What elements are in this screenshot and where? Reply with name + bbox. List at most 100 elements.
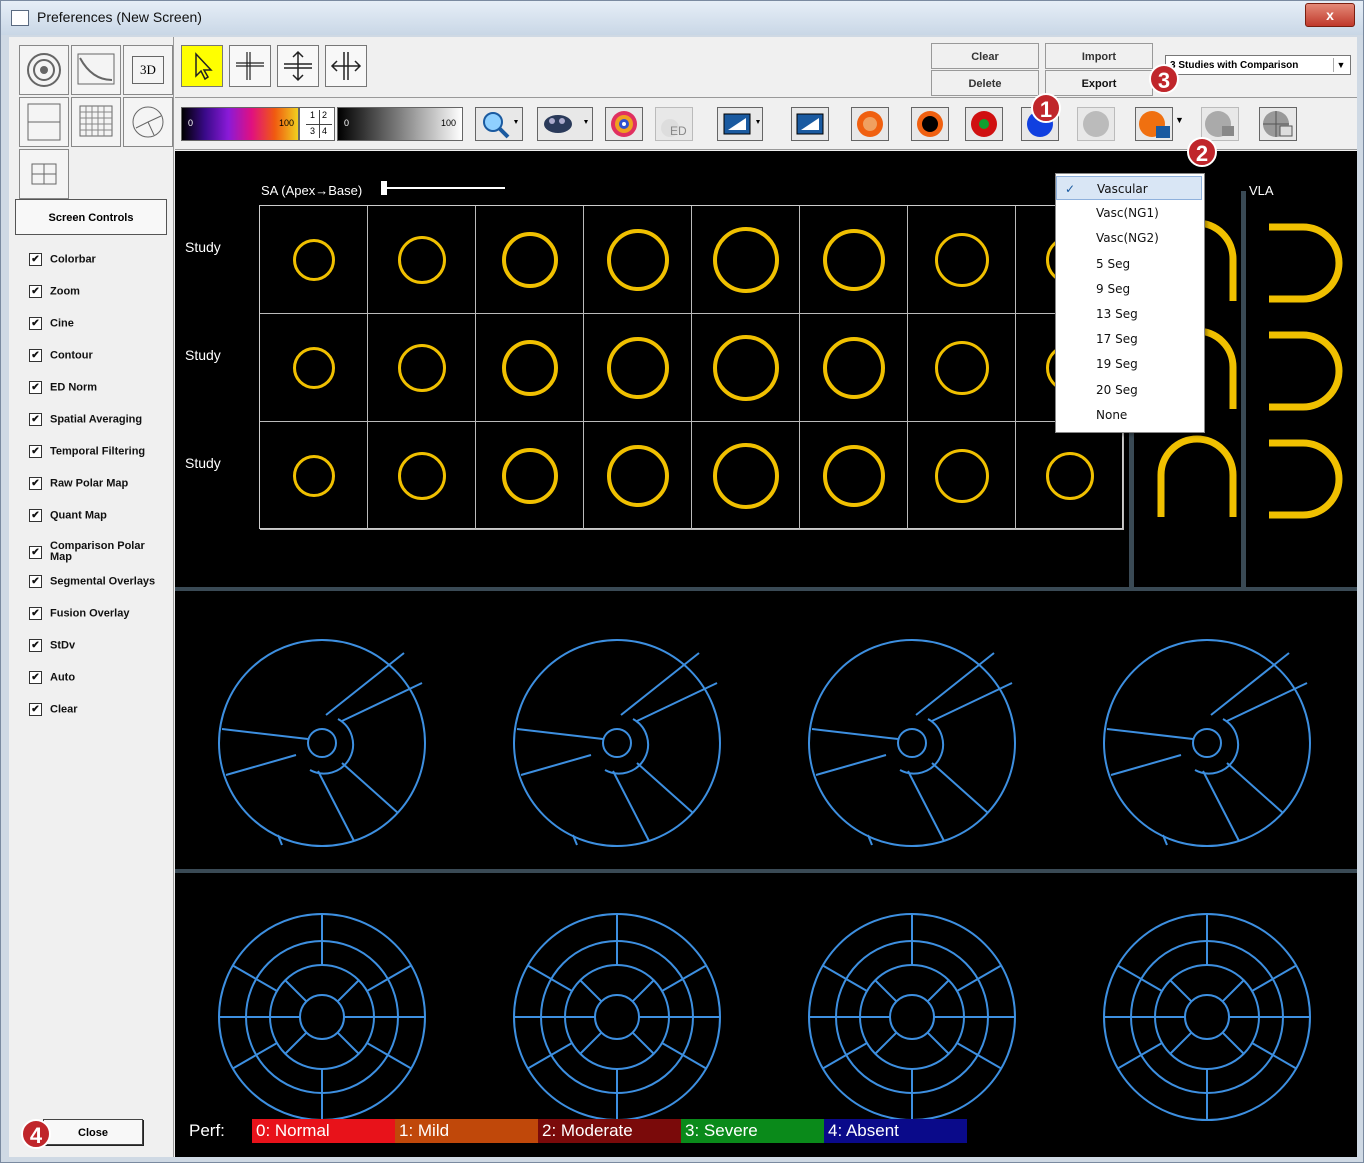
checkbox-box[interactable]: ✔ bbox=[29, 413, 42, 426]
delete-button[interactable]: Delete bbox=[931, 70, 1039, 96]
checkbox-cine[interactable]: ✔ Cine bbox=[29, 317, 74, 333]
segment-grid-button[interactable] bbox=[1259, 107, 1297, 141]
checkbox-contour[interactable]: ✔ Contour bbox=[29, 349, 93, 365]
checkbox-segmental-overlays[interactable]: ✔ Segmental Overlays bbox=[29, 575, 155, 591]
study-select[interactable]: 3 Studies with Comparison ▼ bbox=[1165, 55, 1351, 75]
checkbox-box[interactable]: ✔ bbox=[29, 317, 42, 330]
timeline-button[interactable] bbox=[791, 107, 829, 141]
sd-map-button[interactable] bbox=[1135, 107, 1173, 141]
checkbox-temporal-filtering[interactable]: ✔ Temporal Filtering bbox=[29, 445, 145, 461]
polar-settings-button[interactable] bbox=[1201, 107, 1239, 141]
menu-item-vasc-ng1-[interactable]: Vasc(NG1) bbox=[1056, 201, 1202, 225]
checkmark-icon: ✓ bbox=[1065, 182, 1076, 196]
polar-map-layout-button[interactable] bbox=[19, 45, 69, 95]
sd-chart-icon bbox=[723, 113, 760, 135]
menu-item-19-seg[interactable]: 19 Seg bbox=[1056, 352, 1202, 376]
smoothing-button[interactable] bbox=[717, 107, 763, 141]
polar-spoke bbox=[631, 1031, 655, 1055]
checkbox-box[interactable]: ✔ bbox=[29, 607, 42, 620]
window-close-button[interactable]: x bbox=[1305, 3, 1355, 27]
menu-item-13-seg[interactable]: 13 Seg bbox=[1056, 302, 1202, 326]
segment-polar-map[interactable] bbox=[218, 913, 426, 1121]
checkbox-colorbar[interactable]: ✔ Colorbar bbox=[29, 253, 96, 269]
checkbox-spatial-averaging[interactable]: ✔ Spatial Averaging bbox=[29, 413, 142, 429]
pointer-tool-button[interactable] bbox=[181, 45, 223, 87]
perfusion-map-button[interactable] bbox=[851, 107, 889, 141]
gray-colorbar[interactable]: 0 100 bbox=[337, 107, 463, 141]
vascular-polar-map[interactable] bbox=[218, 639, 426, 847]
grid-layout-button[interactable] bbox=[71, 97, 121, 147]
menu-item-vascular[interactable]: ✓ Vascular bbox=[1056, 176, 1202, 200]
checkbox-box[interactable]: ✔ bbox=[29, 509, 42, 522]
checkbox-box[interactable]: ✔ bbox=[29, 671, 42, 684]
checkbox-stdv[interactable]: ✔ StDv bbox=[29, 639, 75, 655]
checkbox-box[interactable]: ✔ bbox=[29, 381, 42, 394]
checkbox-clear[interactable]: ✔ Clear bbox=[29, 703, 78, 719]
ed-norm-button[interactable]: ED bbox=[655, 107, 693, 141]
color-colorbar[interactable]: 0 100 bbox=[181, 107, 299, 141]
menu-item-20-seg[interactable]: 20 Seg bbox=[1056, 378, 1202, 402]
checkbox-box[interactable]: ✔ bbox=[29, 253, 42, 266]
checkbox-label: Cine bbox=[50, 317, 74, 330]
close-button[interactable]: Close bbox=[43, 1119, 143, 1145]
sd-map-dropdown-arrow[interactable]: ▼ bbox=[1175, 115, 1184, 125]
clear-button[interactable]: Clear bbox=[931, 43, 1039, 69]
zoom-button[interactable] bbox=[475, 107, 523, 141]
checkbox-zoom[interactable]: ✔ Zoom bbox=[29, 285, 80, 301]
vascular-polar-map[interactable] bbox=[808, 639, 1016, 847]
pie-layout-button[interactable] bbox=[123, 97, 173, 147]
reversibility-map-button[interactable] bbox=[965, 107, 1003, 141]
segment-polar-map[interactable] bbox=[513, 913, 721, 1121]
checkbox-box[interactable]: ✔ bbox=[29, 545, 42, 559]
menu-item-9-seg[interactable]: 9 Seg bbox=[1056, 277, 1202, 301]
import-button[interactable]: Import bbox=[1045, 43, 1153, 69]
checkbox-auto[interactable]: ✔ Auto bbox=[29, 671, 75, 687]
vascular-polar-map[interactable] bbox=[1103, 639, 1311, 847]
blackout-map-button[interactable] bbox=[911, 107, 949, 141]
quad-selector[interactable]: 1 2 3 4 bbox=[299, 107, 335, 141]
checkbox-box[interactable]: ✔ bbox=[29, 639, 42, 652]
polar-spoke bbox=[366, 964, 412, 992]
checkbox-fusion-overlay[interactable]: ✔ Fusion Overlay bbox=[29, 607, 129, 623]
menu-item-label: 20 Seg bbox=[1096, 382, 1138, 397]
vascular-polar-map[interactable] bbox=[513, 639, 721, 847]
menu-item-5-seg[interactable]: 5 Seg bbox=[1056, 252, 1202, 276]
tile-layout-button[interactable] bbox=[19, 149, 69, 199]
curve-layout-button[interactable] bbox=[71, 45, 121, 95]
dark-polar-icon bbox=[917, 111, 943, 137]
menu-item-none[interactable]: None bbox=[1056, 403, 1202, 427]
checkbox-box[interactable]: ✔ bbox=[29, 445, 42, 458]
checkbox-comparison-polar-map[interactable]: ✔ Comparison Polar Map bbox=[29, 541, 160, 563]
toolbar-row-1: Clear Delete Import Export 3 Studies wit… bbox=[175, 37, 1357, 98]
horizontal-resize-tool-button[interactable] bbox=[325, 45, 367, 87]
checkbox-box[interactable]: ✔ bbox=[29, 703, 42, 716]
checkbox-box[interactable]: ✔ bbox=[29, 477, 42, 490]
checkbox-box[interactable]: ✔ bbox=[29, 285, 42, 298]
target-map-button[interactable] bbox=[605, 107, 643, 141]
gray-colorbar-min: 0 bbox=[344, 118, 350, 128]
client-area: 3D Screen Controls ✔ Colorbar ✔ Zoom ✔ Cine ✔ C… bbox=[9, 37, 1357, 1157]
segment-polar-map[interactable] bbox=[1103, 913, 1311, 1121]
checkbox-label: Temporal Filtering bbox=[50, 445, 146, 458]
checkbox-box[interactable]: ✔ bbox=[29, 575, 42, 588]
polar-spoke bbox=[232, 964, 278, 992]
checkbox-label: StDv bbox=[50, 639, 76, 652]
checkbox-ed-norm[interactable]: ✔ ED Norm bbox=[29, 381, 97, 397]
cine-button[interactable] bbox=[537, 107, 593, 141]
crosshair-tool-button[interactable] bbox=[229, 45, 271, 87]
checkbox-label: Zoom bbox=[50, 285, 80, 298]
menu-item-17-seg[interactable]: 17 Seg bbox=[1056, 327, 1202, 351]
screen-controls-header[interactable]: Screen Controls bbox=[15, 199, 167, 235]
checkbox-raw-polar-map[interactable]: ✔ Raw Polar Map bbox=[29, 477, 128, 493]
checkbox-quant-map[interactable]: ✔ Quant Map bbox=[29, 509, 107, 525]
export-button[interactable]: Export bbox=[1045, 70, 1153, 96]
vertical-resize-tool-button[interactable] bbox=[277, 45, 319, 87]
split-layout-button[interactable] bbox=[19, 97, 69, 147]
checkbox-box[interactable]: ✔ bbox=[29, 349, 42, 362]
menu-item-vasc-ng2-[interactable]: Vasc(NG2) bbox=[1056, 226, 1202, 250]
3d-layout-button[interactable]: 3D bbox=[123, 45, 173, 95]
gray-map-button[interactable] bbox=[1077, 107, 1115, 141]
menu-item-label: 5 Seg bbox=[1096, 256, 1131, 271]
segment-polar-map[interactable] bbox=[808, 913, 1016, 1121]
menu-item-label: 13 Seg bbox=[1096, 307, 1138, 321]
